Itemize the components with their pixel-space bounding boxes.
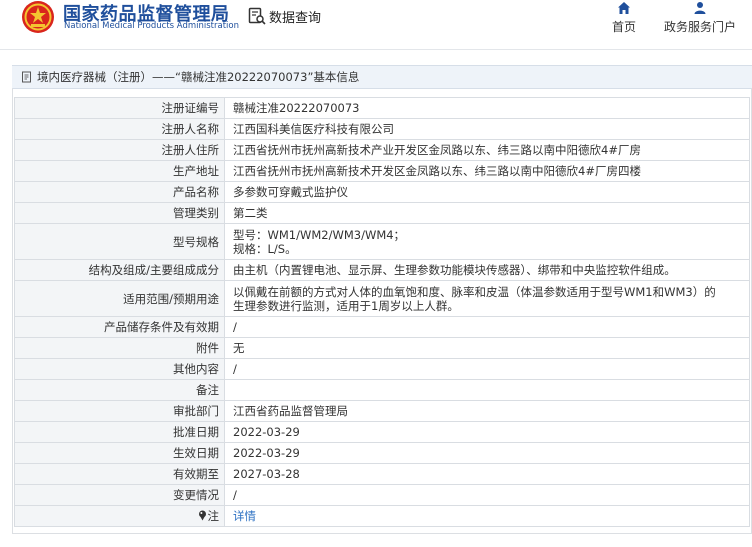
field-label: 批准日期 (14, 421, 225, 443)
field-label: 产品名称 (14, 181, 225, 203)
table-row: 审批部门 江西省药品监督管理局 (14, 400, 750, 422)
field-value: 第二类 (224, 202, 750, 224)
field-value: 江西省药品监督管理局 (224, 400, 750, 422)
field-label: 生效日期 (14, 442, 225, 464)
table-row: 生产地址 江西省抚州市抚州高新技术开发区金凤路以东、纬三路以南中阳德欣4#厂房四… (14, 160, 750, 182)
table-row: 有效期至 2027-03-28 (14, 463, 750, 485)
document-icon (22, 71, 31, 83)
field-value: / (224, 358, 750, 380)
field-value: / (224, 316, 750, 338)
table-row: 型号规格 型号：WM1/WM2/WM3/WM4； 规格：L/S。 (14, 223, 750, 260)
field-value: 型号：WM1/WM2/WM3/WM4； 规格：L/S。 (224, 223, 750, 260)
breadcrumb: 境内医疗器械（注册）——“赣械注准20222070073”基本信息 (12, 65, 752, 89)
table-row: 注 详情 (14, 505, 750, 527)
site-header: 国家药品监督管理局 National Medical Products Admi… (0, 0, 752, 50)
field-value: 以佩戴在前额的方式对人体的血氧饱和度、脉率和皮温（体温参数适用于型号WM1和WM… (224, 280, 750, 317)
field-value: 多参数可穿戴式监护仪 (224, 181, 750, 203)
field-value: 江西省抚州市抚州高新技术产业开发区金凤路以东、纬三路以南中阳德欣4#厂房 (224, 139, 750, 161)
model-line: 型号：WM1/WM2/WM3/WM4； (233, 227, 406, 242)
field-value: 2022-03-29 (224, 442, 750, 464)
field-value: / (224, 484, 750, 506)
table-row: 产品储存条件及有效期 / (14, 316, 750, 338)
table-row: 管理类别 第二类 (14, 202, 750, 224)
field-value: 江西国科美信医疗科技有限公司 (224, 118, 750, 140)
table-row: 其他内容 / (14, 358, 750, 380)
details-link[interactable]: 详情 (233, 509, 256, 523)
nav-government-service-portal[interactable]: 政务服务门户 (660, 0, 740, 35)
field-value: 2022-03-29 (224, 421, 750, 443)
field-label: 型号规格 (14, 223, 225, 260)
field-label: 注册人住所 (14, 139, 225, 161)
table-row: 批准日期 2022-03-29 (14, 421, 750, 443)
table-row: 附件 无 (14, 337, 750, 359)
field-value: 由主机（内置锂电池、显示屏、生理参数功能模块传感器）、绑带和中央监控软件组成。 (224, 259, 750, 281)
note-label-cell: 注 (14, 505, 225, 527)
table-row: 注册证编号 赣械注准20222070073 (14, 97, 750, 119)
table-row: 结构及组成/主要组成成分 由主机（内置锂电池、显示屏、生理参数功能模块传感器）、… (14, 259, 750, 281)
table-row: 注册人名称 江西国科美信医疗科技有限公司 (14, 118, 750, 140)
intended-use-line: 以佩戴在前额的方式对人体的血氧饱和度、脉率和皮温（体温参数适用于型号WM1和WM… (233, 284, 716, 299)
national-emblem-icon (22, 1, 54, 33)
table-row: 备注 (14, 379, 750, 401)
user-icon (694, 2, 706, 14)
document-search-icon (248, 7, 266, 25)
field-label: 审批部门 (14, 400, 225, 422)
home-icon (618, 2, 630, 14)
field-label: 生产地址 (14, 160, 225, 182)
table-row: 产品名称 多参数可穿戴式监护仪 (14, 181, 750, 203)
table-row: 变更情况 / (14, 484, 750, 506)
field-label: 注册人名称 (14, 118, 225, 140)
table-row: 适用范围/预期用途 以佩戴在前额的方式对人体的血氧饱和度、脉率和皮温（体温参数适… (14, 280, 750, 317)
nav-home[interactable]: 首页 (606, 0, 642, 35)
field-label: 适用范围/预期用途 (14, 280, 225, 317)
field-label: 备注 (14, 379, 225, 401)
data-query-link[interactable]: 数据查询 (248, 6, 321, 26)
field-label: 有效期至 (14, 463, 225, 485)
field-value: 2027-03-28 (224, 463, 750, 485)
field-label: 变更情况 (14, 484, 225, 506)
field-label: 附件 (14, 337, 225, 359)
header-divider (0, 49, 752, 50)
field-label: 其他内容 (14, 358, 225, 380)
field-value (224, 379, 750, 401)
field-label: 管理类别 (14, 202, 225, 224)
breadcrumb-text: 境内医疗器械（注册）——“赣械注准20222070073”基本信息 (37, 70, 360, 84)
field-label: 注册证编号 (14, 97, 225, 119)
intended-use-line: 生理参数进行监测，适用于1周岁以上人群。 (233, 298, 459, 313)
table-row: 注册人住所 江西省抚州市抚州高新技术产业开发区金凤路以东、纬三路以南中阳德欣4#… (14, 139, 750, 161)
nav-portal-label: 政务服务门户 (663, 20, 736, 34)
spec-line: 规格：L/S。 (233, 241, 297, 256)
note-value-cell: 详情 (224, 505, 750, 527)
field-label: 结构及组成/主要组成成分 (14, 259, 225, 281)
field-label: 注 (207, 509, 220, 523)
nav-home-label: 首页 (611, 20, 636, 34)
field-value: 无 (224, 337, 750, 359)
pin-icon (198, 510, 206, 521)
data-query-label: 数据查询 (269, 10, 322, 26)
field-value: 赣械注准20222070073 (224, 97, 750, 119)
registration-detail-table: 注册证编号 赣械注准20222070073 注册人名称 江西国科美信医疗科技有限… (14, 97, 750, 527)
site-title-en[interactable]: National Medical Products Administration (64, 21, 239, 31)
field-label: 产品储存条件及有效期 (14, 316, 225, 338)
field-value: 江西省抚州市抚州高新技术开发区金凤路以东、纬三路以南中阳德欣4#厂房四楼 (224, 160, 750, 182)
table-row: 生效日期 2022-03-29 (14, 442, 750, 464)
